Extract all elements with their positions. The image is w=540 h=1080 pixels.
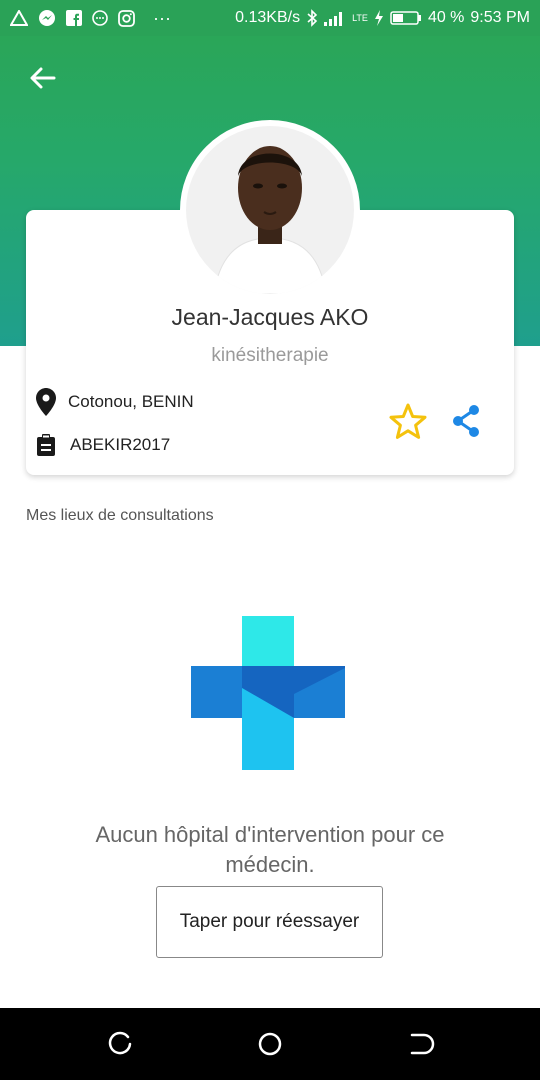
doctor-specialty: kinésitherapie [211,345,329,366]
back-nav-button[interactable] [402,1026,438,1062]
chat-icon [92,10,108,26]
location-row: Cotonou, BENIN [36,388,194,416]
consultations-heading: Mes lieux de consultations [26,507,214,524]
star-outline-icon [389,403,427,439]
system-nav-bar [0,1008,540,1080]
status-bar: ··· 0.13KB/s LTE 40 % 9:53 PM [0,0,540,36]
alert-triangle-icon [10,10,28,26]
empty-state-message: Aucun hôpital d'intervention pour ce méd… [95,822,445,877]
clipboard-icon [37,434,55,456]
share-icon [453,405,479,437]
messenger-icon [38,9,56,27]
share-button[interactable] [450,404,482,438]
signal-icon [324,10,346,26]
lte-indicator: LTE [352,12,368,23]
more-dots-icon: ··· [153,7,171,28]
recents-button[interactable] [102,1026,138,1062]
location-text: Cotonou, BENIN [68,392,194,411]
arrow-back-icon [30,67,56,89]
medical-cross-icon [191,616,345,770]
battery-icon [390,10,422,26]
recents-icon [108,1031,132,1055]
clock: 9:53 PM [470,9,530,26]
doctor-code: ABEKIR2017 [70,435,171,454]
home-button[interactable] [252,1026,288,1062]
facebook-icon [66,10,82,26]
bluetooth-icon [306,9,318,27]
status-notifications: ··· [10,8,171,29]
back-nav-icon [410,1033,435,1055]
doctor-name: Jean-Jacques AKO [171,304,369,330]
instagram-icon [118,9,135,27]
home-circle-icon [258,1032,282,1056]
network-speed: 0.13KB/s [235,9,301,26]
retry-button[interactable]: Taper pour réessayer [156,886,383,958]
charging-icon [374,10,384,26]
location-pin-icon [36,388,56,416]
battery-level: 40 % [427,9,465,26]
back-button[interactable] [24,60,60,96]
code-row: ABEKIR2017 [36,434,170,456]
status-system: 0.13KB/s LTE 40 % 9:53 PM [235,9,530,27]
favorite-button[interactable] [388,402,428,442]
avatar [180,120,360,300]
